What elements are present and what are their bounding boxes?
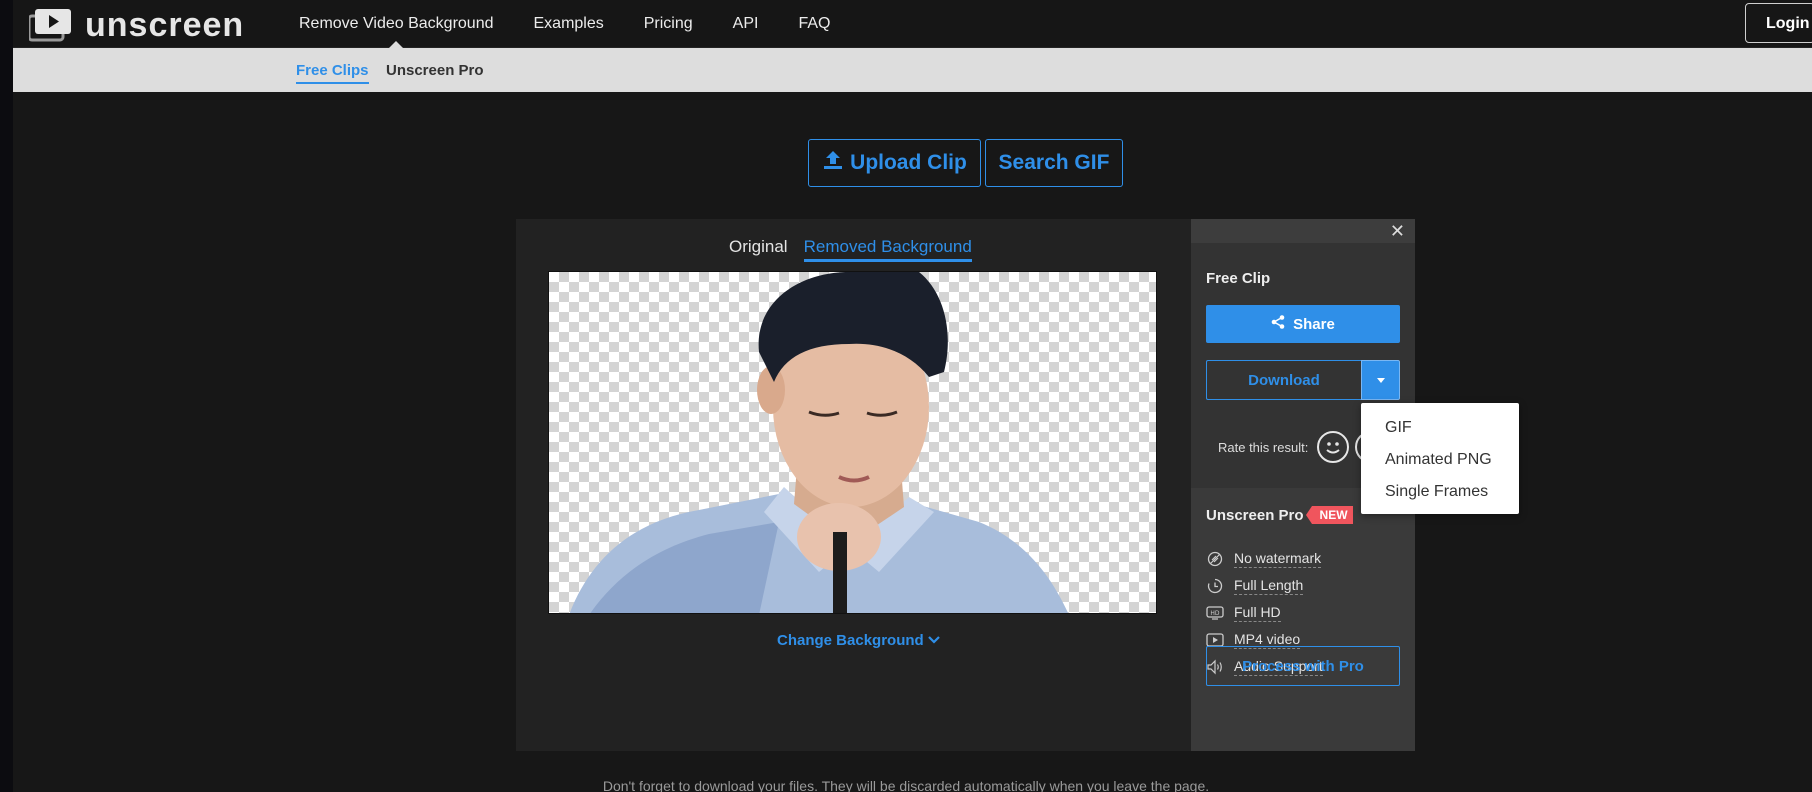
top-navbar: unscreen Remove Video Background Example… — [13, 0, 1812, 48]
caret-down-icon — [1376, 371, 1386, 389]
change-background-link[interactable]: Change Background — [777, 632, 940, 649]
logo-icon — [27, 8, 73, 42]
download-options-toggle[interactable] — [1361, 360, 1400, 400]
menu-item-single-frames[interactable]: Single Frames — [1361, 479, 1519, 511]
pro-title: Unscreen Pro NEW — [1206, 506, 1353, 524]
left-edge-strip — [0, 0, 13, 792]
free-clip-title: Free Clip — [1206, 270, 1271, 287]
change-background-label: Change Background — [777, 632, 924, 649]
person-cutout-image — [569, 272, 1069, 613]
share-button[interactable]: Share — [1206, 305, 1400, 343]
close-icon[interactable]: ✕ — [1390, 221, 1405, 242]
sub-navbar: Free Clips Unscreen Pro — [13, 48, 1812, 92]
nav-remove-video-background[interactable]: Remove Video Background — [299, 15, 494, 33]
process-with-pro-button[interactable]: Process with Pro — [1206, 646, 1400, 686]
side-panel-header: ✕ — [1191, 219, 1415, 243]
logo-wordmark: unscreen — [85, 6, 245, 44]
view-tabs: Original Removed Background — [729, 237, 972, 262]
pro-section: Unscreen Pro NEW No watermark Full Lengt… — [1191, 488, 1415, 751]
feature-no-watermark: No watermark — [1206, 550, 1322, 568]
feature-full-length: Full Length — [1206, 577, 1304, 595]
tab-unscreen-pro[interactable]: Unscreen Pro — [386, 62, 484, 79]
nav-examples[interactable]: Examples — [534, 15, 604, 33]
share-label: Share — [1293, 315, 1335, 333]
result-preview — [548, 271, 1157, 614]
hd-icon: HD — [1206, 605, 1224, 621]
download-button[interactable]: Download — [1206, 360, 1361, 400]
smiley-happy-icon[interactable] — [1317, 431, 1349, 463]
result-card: Original Removed Background Change Backg… — [516, 219, 1191, 751]
upload-clip-button[interactable]: Upload Clip — [808, 139, 981, 187]
tab-free-clips[interactable]: Free Clips — [296, 62, 369, 84]
feature-label: Full Length — [1234, 577, 1304, 595]
new-badge: NEW — [1305, 506, 1353, 524]
feature-label: No watermark — [1234, 550, 1322, 568]
download-format-menu: GIF Animated PNG Single Frames — [1361, 403, 1519, 514]
rate-result-label: Rate this result: — [1218, 440, 1309, 455]
login-button[interactable]: Login — [1745, 3, 1812, 43]
nav-pricing[interactable]: Pricing — [644, 15, 693, 33]
nav-api[interactable]: API — [733, 15, 759, 33]
tab-original[interactable]: Original — [729, 237, 788, 262]
menu-item-gif[interactable]: GIF — [1361, 415, 1519, 447]
upload-icon — [822, 149, 844, 177]
pro-title-label: Unscreen Pro — [1206, 506, 1304, 524]
chevron-down-icon — [928, 632, 940, 649]
search-gif-label: Search GIF — [998, 151, 1110, 174]
search-gif-button[interactable]: Search GIF — [985, 139, 1123, 187]
main-nav: Remove Video Background Examples Pricing… — [299, 0, 870, 48]
feature-full-hd: HD Full HD — [1206, 604, 1281, 622]
no-watermark-icon — [1206, 551, 1224, 567]
tab-removed-background[interactable]: Removed Background — [803, 237, 972, 262]
clock-icon — [1206, 578, 1224, 594]
svg-text:HD: HD — [1210, 610, 1220, 617]
menu-item-animated-png[interactable]: Animated PNG — [1361, 447, 1519, 479]
feature-label: Full HD — [1234, 604, 1281, 622]
share-icon — [1271, 315, 1285, 333]
upload-clip-label: Upload Clip — [850, 151, 967, 174]
download-reminder-text: Don't forget to download your files. The… — [602, 778, 1210, 792]
nav-faq[interactable]: FAQ — [798, 15, 830, 33]
logo[interactable]: unscreen — [27, 6, 245, 44]
